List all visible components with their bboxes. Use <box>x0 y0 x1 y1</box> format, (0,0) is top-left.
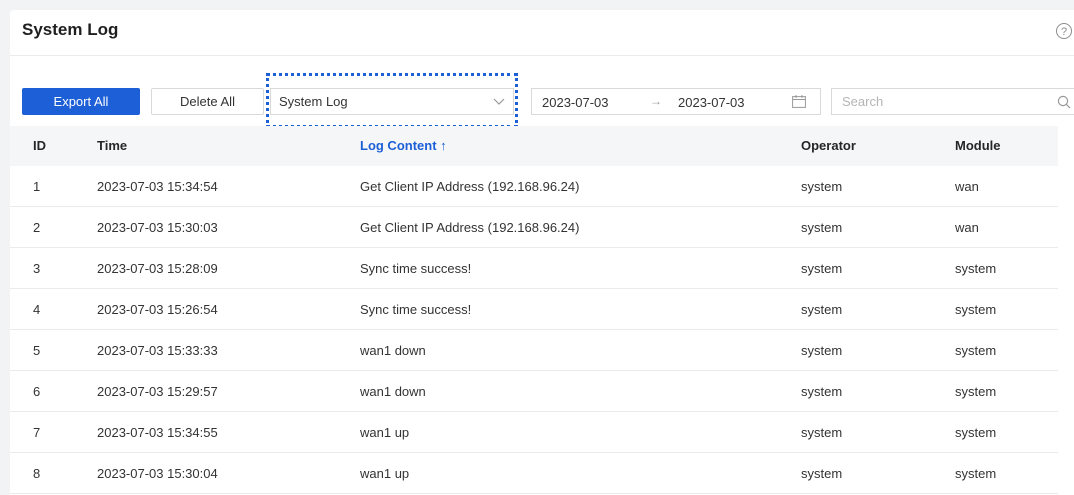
log-type-select[interactable]: System Log <box>270 88 514 115</box>
cell-id: 2 <box>33 220 41 235</box>
cell-operator: system <box>801 384 843 399</box>
cell-module: system <box>955 261 997 276</box>
table-row: 5 2023-07-03 15:33:33 wan1 down system s… <box>10 330 1058 371</box>
cell-operator: system <box>801 302 843 317</box>
cell-id: 8 <box>33 466 41 481</box>
cell-id: 4 <box>33 302 41 317</box>
column-header-log-content[interactable]: Log Content ↑ <box>360 126 447 166</box>
cell-log-content: Get Client IP Address (192.168.96.24) <box>360 220 580 235</box>
help-icon[interactable]: ? <box>1056 23 1072 39</box>
system-log-panel: System Log ? Export All Delete All Syste… <box>10 10 1074 495</box>
cell-module: wan <box>955 179 979 194</box>
column-header-id: ID <box>33 138 46 153</box>
cell-module: system <box>955 343 997 358</box>
chevron-down-icon <box>493 98 505 105</box>
date-end[interactable]: 2023-07-03 <box>678 95 745 110</box>
column-header-operator[interactable]: Operator <box>801 126 856 166</box>
cell-log-content: wan1 down <box>360 384 426 399</box>
cell-log-content: Sync time success! <box>360 302 472 317</box>
table-header: ID Time Log Content ↑ Operator Module <box>10 126 1058 166</box>
cell-log-content: wan1 down <box>360 343 426 358</box>
page-title: System Log <box>22 20 119 39</box>
cell-log-content: Sync time success! <box>360 261 472 276</box>
date-range-arrow: → <box>650 94 662 108</box>
cell-module: system <box>955 425 997 440</box>
cell-operator: system <box>801 220 843 235</box>
cell-operator: system <box>801 425 843 440</box>
search-input[interactable] <box>842 93 1042 110</box>
cell-operator: system <box>801 179 843 194</box>
cell-time: 2023-07-03 15:28:09 <box>97 261 218 276</box>
cell-time: 2023-07-03 15:33:33 <box>97 343 218 358</box>
cell-operator: system <box>801 466 843 481</box>
cell-module: system <box>955 384 997 399</box>
cell-module: system <box>955 466 997 481</box>
cell-time: 2023-07-03 15:30:03 <box>97 220 218 235</box>
column-header-module[interactable]: Module <box>955 126 1001 166</box>
table-row: 6 2023-07-03 15:29:57 wan1 down system s… <box>10 371 1058 412</box>
column-header-time[interactable]: Time <box>97 126 127 166</box>
cell-operator: system <box>801 261 843 276</box>
calendar-icon[interactable] <box>792 95 806 108</box>
cell-id: 3 <box>33 261 41 276</box>
export-all-button[interactable]: Export All <box>22 88 140 115</box>
date-start[interactable]: 2023-07-03 <box>542 95 609 110</box>
title-divider <box>10 55 1074 56</box>
cell-id: 7 <box>33 425 41 440</box>
log-type-selected-value: System Log <box>279 94 348 109</box>
table-row: 2 2023-07-03 15:30:03 Get Client IP Addr… <box>10 207 1058 248</box>
cell-operator: system <box>801 343 843 358</box>
cell-time: 2023-07-03 15:34:54 <box>97 179 218 194</box>
cell-time: 2023-07-03 15:26:54 <box>97 302 218 317</box>
cell-time: 2023-07-03 15:34:55 <box>97 425 218 440</box>
cell-time: 2023-07-03 15:30:04 <box>97 466 218 481</box>
search-box[interactable] <box>831 88 1074 115</box>
cell-log-content: wan1 up <box>360 466 410 481</box>
cell-id: 6 <box>33 384 41 399</box>
table-row: 7 2023-07-03 15:34:55 wan1 up system sys… <box>10 412 1058 453</box>
table-row: 3 2023-07-03 15:28:09 Sync time success!… <box>10 248 1058 289</box>
cell-module: wan <box>955 220 979 235</box>
table-row: 1 2023-07-03 15:34:54 Get Client IP Addr… <box>10 166 1058 207</box>
cell-id: 5 <box>33 343 41 358</box>
cell-module: system <box>955 302 997 317</box>
date-range-picker[interactable]: 2023-07-03 → 2023-07-03 <box>531 88 821 115</box>
cell-time: 2023-07-03 15:29:57 <box>97 384 218 399</box>
table-row: 8 2023-07-03 15:30:04 wan1 up system sys… <box>10 453 1058 494</box>
search-icon[interactable] <box>1057 95 1071 109</box>
delete-all-button[interactable]: Delete All <box>151 88 264 115</box>
table-row: 4 2023-07-03 15:26:54 Sync time success!… <box>10 289 1058 330</box>
cell-id: 1 <box>33 179 41 194</box>
cell-log-content: wan1 up <box>360 425 410 440</box>
cell-log-content: Get Client IP Address (192.168.96.24) <box>360 179 580 194</box>
